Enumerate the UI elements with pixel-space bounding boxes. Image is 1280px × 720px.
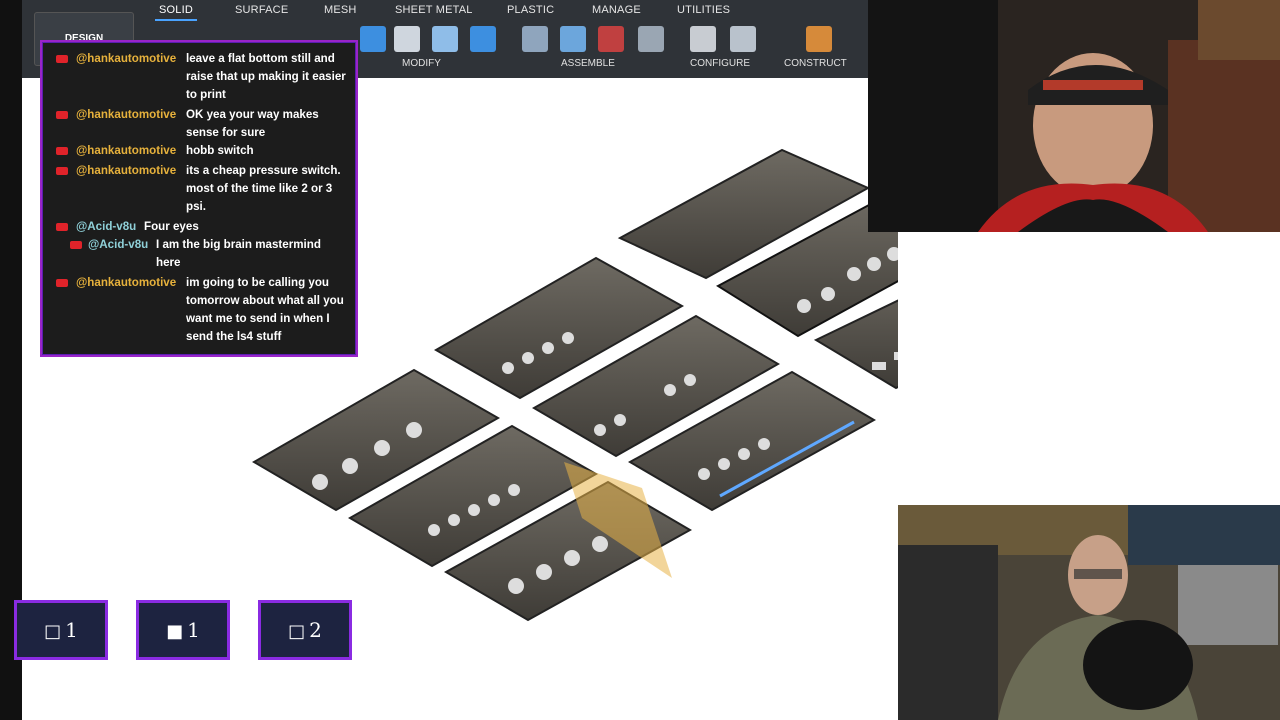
tab-solid[interactable]: SOLID [154,4,198,21]
youtube-icon [56,167,68,175]
tab-mesh[interactable]: MESH [324,4,357,16]
youtube-icon [56,55,68,63]
offset-plane-icon[interactable] [806,26,832,52]
fillet-icon[interactable] [394,26,420,52]
youtube-icon [56,223,68,231]
tab-plastic[interactable]: PLASTIC [507,4,554,16]
chat-text: im going to be calling you tomorrow abou… [186,276,344,343]
joint-icon[interactable] [522,26,548,52]
outline-square-icon: □ [288,621,306,642]
tab-utilities[interactable]: UTILITIES [677,4,730,16]
counter-badge-3: □ 2 [258,600,352,660]
youtube-icon [56,279,68,287]
joint-origin-icon[interactable] [638,26,664,52]
chat-text: OK yea your way makes sense for sure [186,108,319,139]
tab-surface[interactable]: SURFACE [235,4,288,16]
counter-badge-2: ■ 1 [136,600,230,660]
chat-username: @hankautomotive [76,164,177,177]
press-pull-icon[interactable] [360,26,386,52]
webcam-guest [898,505,1280,720]
counter-badge-1: □ 1 [14,600,108,660]
configure-icon[interactable] [690,26,716,52]
shell-icon[interactable] [432,26,458,52]
construct-menu[interactable]: CONSTRUCT [784,58,847,69]
live-chat-overlay: @hankautomotive leave a flat bottom stil… [40,40,358,357]
tab-manage[interactable]: MANAGE [592,4,641,16]
combine-icon[interactable] [470,26,496,52]
filled-square-icon: ■ [166,621,184,642]
assemble-menu[interactable]: ASSEMBLE [561,58,615,69]
webcam-host [868,0,1280,232]
configuration-table-icon[interactable] [730,26,756,52]
chat-text: I am the big brain mastermind here [156,238,321,269]
chat-username: @Acid-v8u [88,238,149,251]
counter-value: 1 [65,618,78,642]
chat-username: @hankautomotive [76,276,177,289]
chat-username: @hankautomotive [76,108,177,121]
counter-value: 2 [309,618,322,642]
chat-username: @hankautomotive [76,144,177,157]
chat-text: hobb switch [186,144,254,157]
chat-text: leave a flat bottom still and raise that… [186,52,346,101]
counter-value: 1 [187,618,200,642]
chat-username: @Acid-v8u [76,220,137,233]
new-component-icon[interactable] [560,26,586,52]
modify-menu[interactable]: MODIFY [402,58,441,69]
toolbar-tabs: SOLID SURFACE MESH SHEET METAL PLASTIC M… [22,0,868,21]
outline-square-icon: □ [44,621,62,642]
configure-menu[interactable]: CONFIGURE [690,58,750,69]
youtube-icon [70,241,82,249]
youtube-icon [56,147,68,155]
as-built-joint-icon[interactable] [598,26,624,52]
webcam-guest-image [898,505,1280,720]
chat-text: its a cheap pressure switch. most of the… [186,164,341,213]
chat-text: Four eyes [144,220,199,233]
webcam-host-image [868,0,1280,232]
chat-username: @hankautomotive [76,52,177,65]
tab-sheet-metal[interactable]: SHEET METAL [395,4,473,16]
youtube-icon [56,111,68,119]
